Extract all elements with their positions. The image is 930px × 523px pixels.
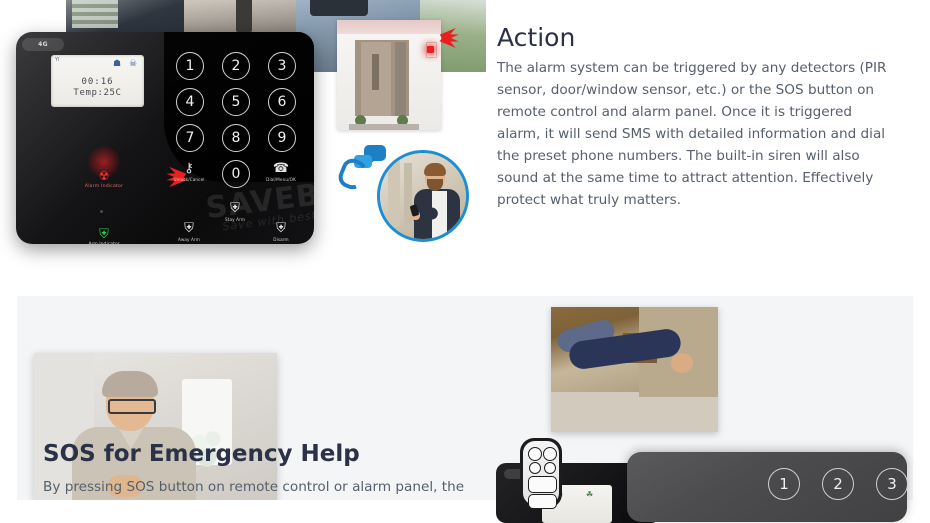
- remote-button-home[interactable]: [529, 462, 541, 474]
- door-glass-panel: [372, 54, 379, 90]
- shield-lock-icon: ⛨: [184, 221, 194, 236]
- dial-menu-ok-button[interactable]: ☎ Dial/Menu/OK: [261, 162, 301, 182]
- door-step: [349, 124, 419, 130]
- alarm-indicator-icon: ☢: [98, 169, 110, 183]
- keypad-key-5[interactable]: 5: [222, 88, 250, 116]
- dial-menu-ok-label: Dial/Menu/OK: [266, 177, 296, 182]
- keypad-key-3[interactable]: 3: [268, 52, 296, 80]
- away-arm-button[interactable]: ⛨ Away Arm: [169, 222, 209, 242]
- remote-panel-lower: [528, 494, 557, 509]
- action-heading: Action: [497, 22, 576, 52]
- siren-alert-rays-icon: [439, 22, 476, 52]
- person-hair: [424, 163, 446, 176]
- network-badge: 4G: [22, 38, 64, 51]
- secondary-keypad-key-1[interactable]: 1: [768, 468, 800, 500]
- alarm-alert-rays-icon: [134, 160, 187, 191]
- fallen-person-head: [671, 353, 693, 373]
- away-arm-label: Away Arm: [178, 237, 200, 242]
- action-body-text: The alarm system can be triggered by any…: [497, 59, 887, 208]
- keypad-key-7[interactable]: 7: [176, 124, 204, 152]
- lcd-lock-icon: ☗: [113, 59, 122, 69]
- action-section: 4G Yl ☗ ☠ 00:16 Temp:25C ☢ Alarm Indicat…: [0, 0, 930, 286]
- remote-face: [523, 441, 559, 509]
- keypad-key-9[interactable]: 9: [268, 124, 296, 152]
- secondary-keypad-key-2[interactable]: 2: [822, 468, 854, 500]
- lcd-temperature-value: Temp:25C: [73, 88, 122, 98]
- key-icon: ☎: [272, 161, 290, 176]
- shield-icon: ⛨: [230, 201, 240, 216]
- network-badge-label: 4G: [38, 41, 48, 48]
- alarm-panel-device: 4G Yl ☗ ☠ 00:16 Temp:25C ☢ Alarm Indicat…: [16, 32, 314, 244]
- product-feature-page: 4G Yl ☗ ☠ 00:16 Temp:25C ☢ Alarm Indicat…: [0, 0, 930, 523]
- siren-led-icon: [427, 46, 434, 53]
- remote-button-arm[interactable]: [528, 447, 542, 461]
- shield-person-icon: ⛨: [276, 221, 286, 236]
- keypad-key-4[interactable]: 4: [176, 88, 204, 116]
- door-sidelight: [395, 42, 406, 116]
- disarm-label: Disarm: [273, 237, 289, 242]
- lcd-signal-indicator: Yl: [55, 57, 60, 63]
- disarm-button[interactable]: ⛨ Disarm: [261, 222, 301, 242]
- remote-panel-upper: [528, 476, 557, 493]
- keypad-key-1[interactable]: 1: [176, 52, 204, 80]
- photo-man-fallen-on-floor: [551, 307, 718, 432]
- remote-button-disarm[interactable]: [543, 447, 557, 461]
- sos-body-text: By pressing SOS button on remote control…: [43, 478, 465, 495]
- eyeglasses-icon: [108, 399, 156, 414]
- arm-indicator: ⛨ Arm Indicator: [74, 228, 134, 244]
- panel-lcd-screen: Yl ☗ ☠ 00:16 Temp:25C: [51, 55, 144, 107]
- keypad-key-0[interactable]: 0: [222, 160, 250, 188]
- remote-button-sos[interactable]: [544, 462, 556, 474]
- street-column: [388, 157, 400, 227]
- keypad-key-6[interactable]: 6: [268, 88, 296, 116]
- stay-arm-label: Stay Arm: [224, 217, 246, 222]
- lcd-time-value: 00:16: [81, 77, 114, 87]
- unlock-cancel-button[interactable]: ⚷ Unlock/Cancel: [169, 162, 209, 182]
- alarm-indicator: ☢ Alarm Indicator: [74, 146, 134, 189]
- arm-indicator-icon: ⛨: [99, 227, 109, 242]
- floor: [551, 392, 718, 432]
- senior-hair: [102, 371, 158, 397]
- keypad-key-8[interactable]: 8: [222, 124, 250, 152]
- remote-control-device: [520, 438, 562, 509]
- arm-indicator-label: Arm Indicator: [74, 242, 134, 244]
- stay-arm-button[interactable]: ⛨ Stay Arm: [215, 202, 255, 222]
- lcd-bell-icon: ☠: [129, 59, 138, 69]
- alarm-panel-device-secondary: 1 2 3: [627, 452, 908, 522]
- sos-heading: SOS for Emergency Help: [43, 441, 360, 468]
- microphone-hole-icon: [100, 210, 103, 213]
- secondary-keypad-key-3[interactable]: 3: [876, 468, 908, 500]
- alarm-indicator-label: Alarm Indicator: [84, 184, 124, 189]
- unlock-cancel-label: Unlock/Cancel: [173, 177, 205, 182]
- photo-man-checking-phone: [377, 150, 469, 242]
- photo-house-door-with-siren: [337, 20, 441, 130]
- panel-keypad[interactable]: 1 2 3 4 5 6 7 8 9 0 ⚷ Unlock/Cancel ☎ Di…: [173, 50, 306, 242]
- lcd-icon-right: ☘: [586, 490, 594, 499]
- key-icon: ⚷: [184, 161, 194, 176]
- keypad-key-2[interactable]: 2: [222, 52, 250, 80]
